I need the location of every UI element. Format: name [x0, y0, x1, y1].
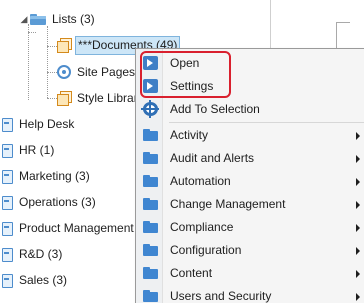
tree-node-style-library[interactable]: Style Library	[57, 88, 146, 108]
menu-item-label: Activity	[170, 128, 209, 142]
tree-connector	[28, 24, 29, 100]
tree-connector	[28, 32, 36, 33]
tree-connector	[47, 46, 57, 47]
menu-item-add-to-selection[interactable]: Add To Selection	[136, 98, 364, 121]
menu-item-configuration[interactable]: Configuration	[136, 239, 364, 262]
site-collection-icon	[2, 221, 13, 236]
tree-node-site[interactable]: Sales (3)	[2, 270, 69, 290]
folder-icon	[143, 174, 158, 188]
tree-node-lists[interactable]: ◢ Lists (3)	[18, 9, 97, 29]
menu-item-label: Automation	[170, 174, 231, 188]
site-pages-icon	[57, 65, 71, 79]
tree-node-label: Marketing (3)	[19, 169, 90, 183]
site-collection-icon	[2, 143, 13, 158]
menu-item-label: Change Management	[170, 197, 286, 211]
menu-item-label: Configuration	[170, 243, 242, 257]
tree-node-label: Sales (3)	[19, 273, 68, 287]
tree-node-label: R&D (3)	[19, 247, 63, 261]
submenu-arrow-icon	[356, 270, 360, 278]
menu-item-change-management[interactable]: Change Management	[136, 193, 364, 216]
document-library-icon	[57, 38, 72, 53]
submenu-arrow-icon	[356, 201, 360, 209]
menu-item-automation[interactable]: Automation	[136, 170, 364, 193]
tree-node-site[interactable]: R&D (3)	[2, 244, 64, 264]
folder-icon	[143, 128, 158, 142]
tree-connector	[47, 26, 48, 98]
folder-open-icon	[30, 13, 46, 25]
tree-node-site[interactable]: Operations (3)	[2, 192, 98, 212]
submenu-arrow-icon	[356, 155, 360, 163]
menu-item-label: Compliance	[170, 220, 234, 234]
folder-icon	[143, 289, 158, 303]
submenu-arrow-icon	[356, 293, 360, 301]
menu-item-label: Users and Security	[170, 289, 272, 303]
tree-node-label: Product Management	[19, 221, 134, 235]
menu-item-activity[interactable]: Activity	[136, 124, 364, 147]
tree-node-site-pages[interactable]: Site Pages	[57, 62, 137, 82]
highlight-annotation	[140, 51, 231, 98]
tree-connector	[47, 72, 57, 73]
submenu-arrow-icon	[356, 247, 360, 255]
document-library-icon	[57, 91, 72, 106]
tree-node-label: Lists (3)	[52, 12, 95, 26]
submenu-arrow-icon	[356, 224, 360, 232]
site-collection-icon	[2, 273, 13, 288]
tree-node-label: HR (1)	[19, 143, 55, 157]
menu-item-label: Content	[170, 266, 213, 280]
folder-icon	[143, 266, 158, 280]
menu-separator	[169, 122, 364, 123]
gear-icon	[141, 100, 159, 118]
tree-node-label: Help Desk	[19, 117, 75, 131]
tree-node-site[interactable]: Marketing (3)	[2, 166, 92, 186]
tree-node-site[interactable]: Product Management	[2, 218, 136, 238]
collapse-arrow-icon[interactable]: ◢	[18, 9, 30, 29]
tree-connector	[47, 98, 57, 99]
tree-node-site[interactable]: HR (1)	[2, 140, 56, 160]
submenu-arrow-icon	[356, 132, 360, 140]
menu-item-label: Audit and Alerts	[170, 151, 255, 165]
folder-icon	[143, 151, 158, 165]
submenu-arrow-icon	[356, 178, 360, 186]
site-collection-icon	[2, 247, 13, 262]
menu-item-compliance[interactable]: Compliance	[136, 216, 364, 239]
site-collection-icon	[2, 117, 13, 132]
menu-item-audit-and-alerts[interactable]: Audit and Alerts	[136, 147, 364, 170]
tree-node-label: Site Pages	[77, 65, 136, 79]
site-collection-icon	[2, 195, 13, 210]
menu-item-users-and-security[interactable]: Users and Security	[136, 285, 364, 303]
menu-item-label: Add To Selection	[170, 102, 260, 116]
folder-icon	[143, 243, 158, 257]
tree-node-label: Operations (3)	[19, 195, 96, 209]
menu-item-content[interactable]: Content	[136, 262, 364, 285]
tree-node-site[interactable]: Help Desk	[2, 114, 76, 134]
site-collection-icon	[2, 169, 13, 184]
folder-icon	[143, 197, 158, 211]
folder-icon	[143, 220, 158, 234]
